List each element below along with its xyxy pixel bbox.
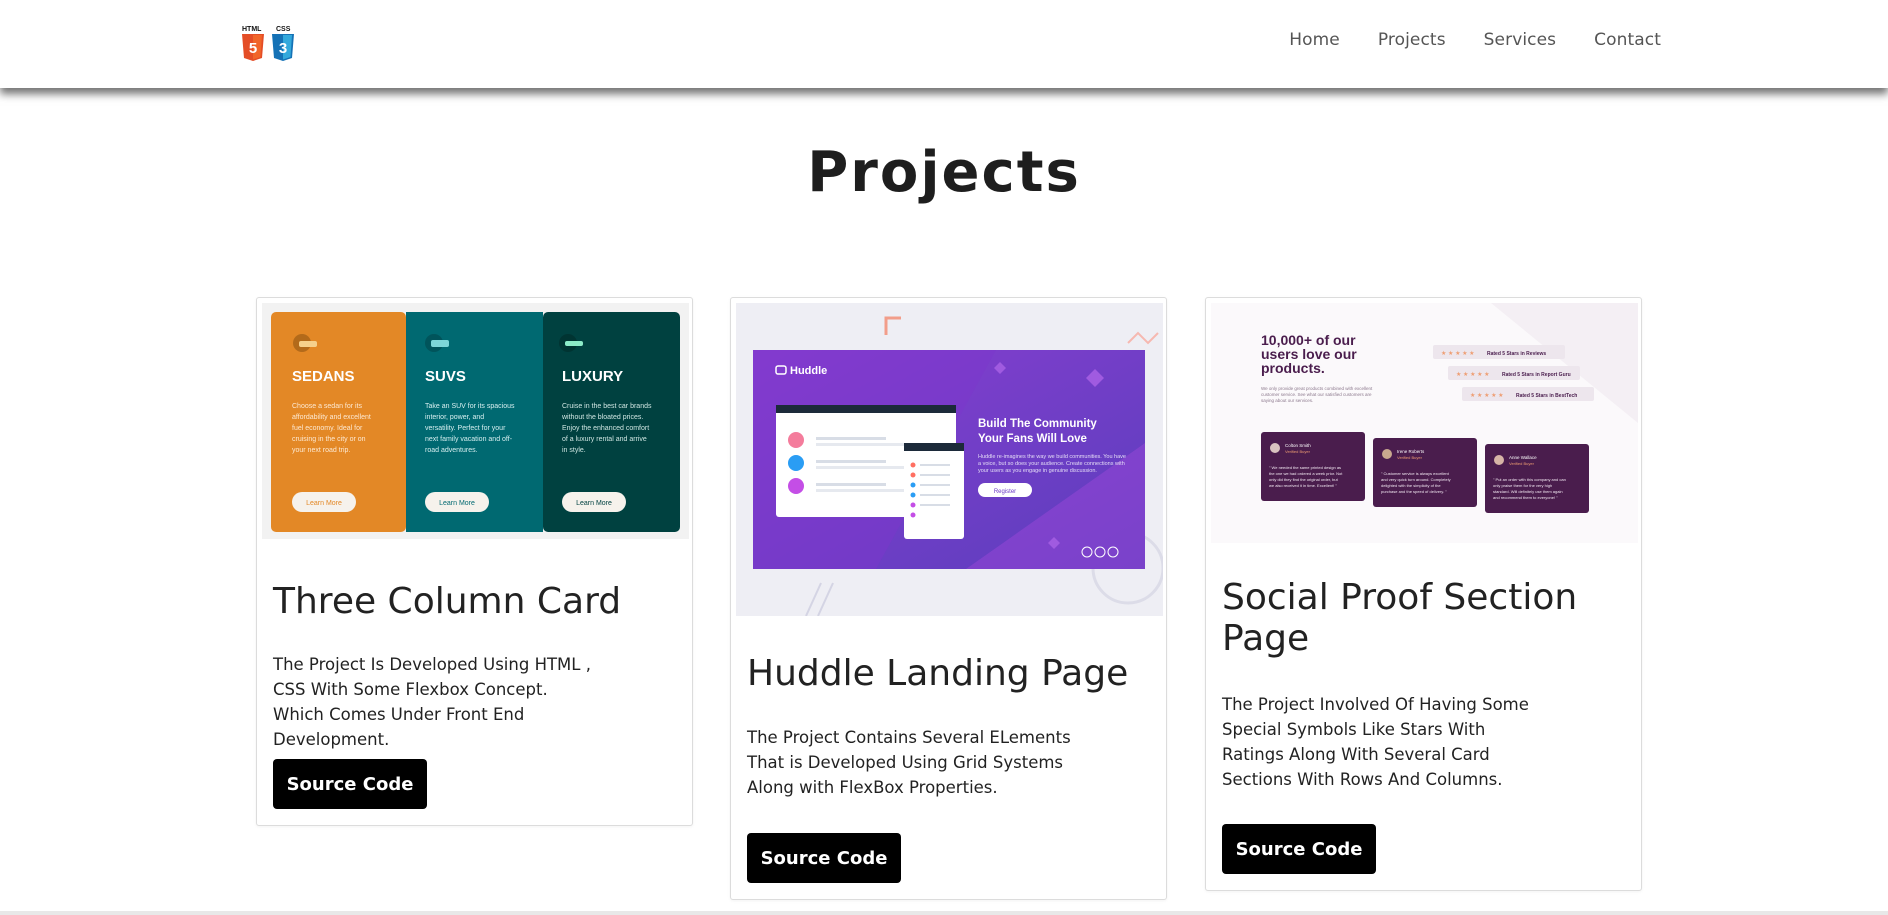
svg-text:standard. Will definitely use: standard. Will definitely use them again bbox=[1493, 489, 1563, 494]
svg-text:customer service. See what our: customer service. See what our satisfied… bbox=[1261, 392, 1372, 397]
svg-text:we also received it in time. E: we also received it in time. Excellent! … bbox=[1269, 483, 1337, 488]
svg-text:road adventures.: road adventures. bbox=[425, 447, 478, 454]
svg-text:Irene Roberts: Irene Roberts bbox=[1397, 449, 1425, 454]
avatar bbox=[1270, 443, 1280, 453]
svg-text:Rated 5 Stars in BestTech: Rated 5 Stars in BestTech bbox=[1516, 393, 1577, 399]
nav-contact[interactable]: Contact bbox=[1594, 30, 1661, 50]
nav-home[interactable]: Home bbox=[1289, 30, 1340, 50]
svg-text:Learn More: Learn More bbox=[576, 500, 612, 507]
svg-text:Verified Buyer: Verified Buyer bbox=[1509, 461, 1535, 466]
site-header: HTML CSS 5 3 Home Projects Services Cont… bbox=[0, 0, 1888, 88]
svg-text:only did they find the origina: only did they find the original order, b… bbox=[1269, 477, 1339, 482]
svg-text:Rated 5 Stars in Reviews: Rated 5 Stars in Reviews bbox=[1487, 351, 1546, 357]
svg-text:" Put an order with this compa: " Put an order with this company and can bbox=[1493, 477, 1566, 482]
html5-number: 5 bbox=[249, 40, 257, 57]
svg-text:Choose a sedan for its: Choose a sedan for its bbox=[292, 403, 363, 410]
avatar bbox=[1382, 449, 1392, 459]
svg-text:" Customer service is always e: " Customer service is always excellent bbox=[1381, 471, 1450, 476]
card-title: Social Proof Section Page bbox=[1222, 577, 1578, 659]
svg-text:We only provide great products: We only provide great products combined … bbox=[1261, 386, 1373, 391]
page-bottom-divider bbox=[0, 911, 1888, 915]
svg-text:versatility. Perfect for your: versatility. Perfect for your bbox=[425, 425, 506, 432]
sedans-heading: SEDANS bbox=[292, 368, 355, 385]
project-card-social-proof: 10,000+ of our users love our products. … bbox=[1205, 297, 1642, 891]
nav-services[interactable]: Services bbox=[1484, 30, 1557, 50]
nav-projects[interactable]: Projects bbox=[1378, 30, 1446, 50]
svg-text:Learn More: Learn More bbox=[439, 500, 475, 507]
svg-text:Anne Wallace: Anne Wallace bbox=[1509, 455, 1537, 460]
html-logo-label: HTML bbox=[242, 26, 262, 33]
svg-text:Colton Smith: Colton Smith bbox=[1285, 443, 1311, 448]
svg-text:Take an SUV for its spacious: Take an SUV for its spacious bbox=[425, 403, 515, 410]
svg-text:saying about our services.: saying about our services. bbox=[1261, 398, 1313, 403]
svg-text:your users as you engage in ge: your users as you engage in genuine disc… bbox=[978, 468, 1097, 474]
css3-number: 3 bbox=[279, 40, 287, 57]
svg-text:" We needed the same printed d: " We needed the same printed design as bbox=[1269, 465, 1341, 470]
svg-text:Huddle re-imagines the way we: Huddle re-imagines the way we build comm… bbox=[978, 454, 1126, 460]
card-description: The Project Is Developed Using HTML , CS… bbox=[273, 655, 591, 749]
html5-css3-logo-icon: HTML CSS 5 3 bbox=[242, 26, 294, 61]
svg-text:next family vacation and off-: next family vacation and off- bbox=[425, 436, 513, 443]
star-rating: ★ ★ ★ ★ ★ bbox=[1441, 350, 1475, 357]
card-title: Three Column Card bbox=[273, 581, 622, 622]
svg-text:a voice, but so does your audi: a voice, but so does your audience. Crea… bbox=[978, 461, 1125, 467]
svg-text:products.: products. bbox=[1261, 360, 1325, 376]
svg-text:Verified Buyer: Verified Buyer bbox=[1397, 455, 1423, 460]
source-code-button[interactable]: Source Code bbox=[747, 833, 901, 883]
huddle-brand: Huddle bbox=[790, 365, 827, 377]
star-rating: ★ ★ ★ ★ ★ bbox=[1470, 392, 1504, 399]
svg-text:and recommend them to everyone: and recommend them to everyone! " bbox=[1493, 495, 1558, 500]
social-proof-preview-image: 10,000+ of our users love our products. … bbox=[1211, 303, 1638, 543]
star-rating: ★ ★ ★ ★ ★ bbox=[1456, 371, 1490, 378]
huddle-landing-preview-image: Huddle Build The Community Your Fans Wil… bbox=[736, 303, 1163, 616]
suvs-heading: SUVS bbox=[425, 368, 466, 385]
project-card-huddle: Huddle Build The Community Your Fans Wil… bbox=[730, 297, 1167, 900]
card-title: Huddle Landing Page bbox=[747, 653, 1129, 694]
source-code-button[interactable]: Source Code bbox=[273, 759, 427, 809]
avatar bbox=[1494, 455, 1504, 465]
logo[interactable]: HTML CSS 5 3 bbox=[240, 22, 296, 62]
main-nav: Home Projects Services Contact bbox=[1289, 30, 1661, 50]
svg-text:delighted with the simplicity: delighted with the simplicity of the bbox=[1381, 483, 1441, 488]
project-card-three-column: SEDANS Choose a sedan for its affordabil… bbox=[256, 297, 693, 826]
css-logo-label: CSS bbox=[276, 26, 291, 33]
card-description: The Project Involved Of Having Some Spec… bbox=[1222, 695, 1529, 789]
svg-text:Learn More: Learn More bbox=[306, 500, 342, 507]
svg-text:Rated 5 Stars in Report Guru: Rated 5 Stars in Report Guru bbox=[1502, 372, 1571, 378]
three-column-card-preview-image: SEDANS Choose a sedan for its affordabil… bbox=[262, 303, 689, 539]
svg-text:of a luxury rental and arrive: of a luxury rental and arrive bbox=[562, 436, 647, 443]
svg-text:your next road trip.: your next road trip. bbox=[292, 447, 350, 454]
svg-text:Build The Community: Build The Community bbox=[978, 418, 1097, 430]
luxury-heading: LUXURY bbox=[562, 368, 623, 385]
svg-text:cruising in the city or on: cruising in the city or on bbox=[292, 436, 366, 443]
svg-text:and very quick turn around. Co: and very quick turn around. Completely bbox=[1381, 477, 1451, 482]
source-code-button[interactable]: Source Code bbox=[1222, 824, 1376, 874]
svg-text:affordability and excellent: affordability and excellent bbox=[292, 414, 371, 421]
svg-text:fuel economy. Ideal for: fuel economy. Ideal for bbox=[292, 425, 363, 432]
svg-text:in style.: in style. bbox=[562, 447, 586, 454]
svg-text:without the bloated prices.: without the bloated prices. bbox=[561, 414, 643, 421]
svg-text:Register: Register bbox=[994, 489, 1016, 495]
svg-text:Verified Buyer: Verified Buyer bbox=[1285, 449, 1311, 454]
svg-text:Cruise in the best car brands: Cruise in the best car brands bbox=[562, 403, 652, 410]
svg-text:Your Fans Will Love: Your Fans Will Love bbox=[978, 433, 1087, 445]
svg-text:interior, power, and: interior, power, and bbox=[425, 414, 484, 421]
svg-text:the one we had ordered a week: the one we had ordered a week prior. Not bbox=[1269, 471, 1343, 476]
svg-text:purchase and the speed of deli: purchase and the speed of delivery. " bbox=[1381, 489, 1447, 494]
card-description: The Project Contains Several ELements Th… bbox=[747, 728, 1071, 797]
page-title: Projects bbox=[807, 140, 1081, 205]
svg-text:Enjoy the enhanced comfort: Enjoy the enhanced comfort bbox=[562, 425, 649, 432]
svg-text:only praise them for the very: only praise them for the very high bbox=[1493, 483, 1552, 488]
